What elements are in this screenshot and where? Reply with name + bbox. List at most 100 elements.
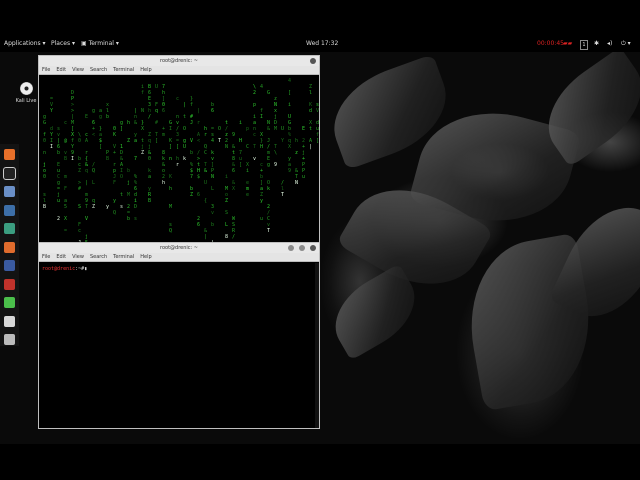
matrix-glyph: r <box>176 162 179 168</box>
matrix-glyph: 0 <box>43 138 46 144</box>
matrix-glyph: v <box>253 156 256 162</box>
close-icon[interactable] <box>310 245 316 251</box>
matrix-glyph: O <box>218 126 221 132</box>
power-icon[interactable]: ⏻ ▾ <box>621 40 631 48</box>
menu-item-help[interactable]: Help <box>140 67 151 73</box>
matrix-glyph: p <box>246 126 249 132</box>
maximize-icon[interactable] <box>299 245 305 251</box>
active-app-menu[interactable]: ▣ Terminal ▾ <box>81 40 119 47</box>
desktop-icon-kali-live[interactable]: Kali Live <box>12 82 40 104</box>
terminal-input-area[interactable]: root@drenic:~#▮ <box>39 263 319 428</box>
scrollbar[interactable] <box>315 263 319 428</box>
menu-item-search[interactable]: Search <box>90 254 107 260</box>
terminal-window-matrix[interactable]: root@drenic: ~ File Edit View Search Termina… <box>38 55 320 245</box>
menu-item-terminal[interactable]: Terminal <box>113 254 134 260</box>
menubar: File Edit View Search Terminal Help <box>39 253 319 262</box>
matrix-glyph: g <box>92 108 95 114</box>
matrix-glyph: A <box>85 138 88 144</box>
menu-item-help[interactable]: Help <box>140 254 151 260</box>
matrix-glyph: G <box>267 90 270 96</box>
matrix-glyph: 5 <box>64 204 67 210</box>
matrix-glyph: b <box>190 150 193 156</box>
matrix-glyph: 8 <box>225 234 228 240</box>
matrix-glyph: i <box>246 168 249 174</box>
matrix-glyph: m <box>162 132 165 138</box>
matrix-glyph: N <box>295 180 298 186</box>
burpsuite-icon[interactable] <box>4 241 15 253</box>
minimize-icon[interactable] <box>288 245 294 251</box>
menu-item-edit[interactable]: Edit <box>56 67 66 73</box>
matrix-glyph: 2 <box>253 90 256 96</box>
menu-item-view[interactable]: View <box>72 254 84 260</box>
close-icon[interactable] <box>310 58 316 64</box>
clock[interactable]: Wed 17:32 <box>306 40 338 47</box>
menu-item-view[interactable]: View <box>72 67 84 73</box>
matrix-glyph: # <box>78 186 81 192</box>
terminal-icon[interactable] <box>3 166 16 180</box>
matrix-glyph: h <box>169 186 172 192</box>
matrix-glyph: H <box>260 144 263 150</box>
matrix-glyph: I <box>169 126 172 132</box>
terminal-output[interactable]: g Gf 0 n j o 0 s l B = V Yd Y I Is v | 6 b Eu Cg = j u 2 c @ v Bm Fa 5 X… <box>39 76 319 244</box>
desktop-icon-label: Kali Live <box>15 98 37 104</box>
matrix-glyph: S <box>78 204 81 210</box>
beef-icon[interactable] <box>4 278 15 290</box>
files-icon[interactable] <box>4 186 15 197</box>
matrix-glyph: $ <box>197 174 200 180</box>
matrix-glyph: b <box>57 150 60 156</box>
window-titlebar[interactable]: root@drenic: ~ <box>39 243 319 253</box>
volume-icon[interactable]: ◂) <box>607 40 612 47</box>
maltego-icon[interactable] <box>4 260 15 271</box>
matrix-glyph: h <box>295 138 298 144</box>
accessibility-icon[interactable]: ✱ <box>594 40 599 47</box>
matrix-glyph: & <box>134 120 137 126</box>
matrix-glyph: E <box>85 114 88 120</box>
matrix-glyph: | <box>309 144 312 150</box>
menu-item-file[interactable]: File <box>42 254 50 260</box>
metasploit-icon[interactable] <box>4 204 15 216</box>
disc-icon <box>19 82 33 95</box>
matrix-glyph: k <box>183 156 186 162</box>
matrix-glyph: N <box>211 174 214 180</box>
matrix-glyph: f <box>190 102 193 108</box>
faraday-icon[interactable] <box>4 297 15 308</box>
menu-item-search[interactable]: Search <box>90 67 107 73</box>
matrix-glyph: U <box>204 180 207 186</box>
leafpad-icon[interactable] <box>4 315 15 327</box>
matrix-glyph: O <box>183 126 186 132</box>
matrix-glyph: < <box>197 138 200 144</box>
window-titlebar[interactable]: root@drenic: ~ <box>39 56 319 66</box>
matrix-glyph: c <box>253 132 256 138</box>
show-apps-icon[interactable] <box>4 334 15 345</box>
matrix-glyph: s <box>134 216 137 222</box>
armitage-icon[interactable] <box>4 223 15 234</box>
matrix-glyph: | <box>85 180 88 186</box>
matrix-glyph: q <box>155 108 158 114</box>
workspace-indicator[interactable]: 1 <box>580 40 588 50</box>
matrix-glyph: / <box>148 114 151 120</box>
matrix-glyph: B <box>148 198 151 204</box>
matrix-glyph: M <box>274 126 277 132</box>
menu-item-file[interactable]: File <box>42 67 50 73</box>
matrix-glyph: 7 <box>190 174 193 180</box>
matrix-glyph: T <box>85 204 88 210</box>
firefox-icon[interactable] <box>4 149 15 160</box>
matrix-glyph: I <box>71 156 74 162</box>
matrix-glyph: k <box>267 186 270 192</box>
applications-menu[interactable]: Applications ▾ <box>4 40 46 47</box>
terminal-window-shell[interactable]: root@drenic: ~ File Edit View Search Termina… <box>38 242 320 429</box>
recording-timer[interactable]: 00:00:45 <box>537 40 564 47</box>
matrix-glyph: i <box>239 120 242 126</box>
places-menu[interactable]: Places ▾ <box>51 40 75 47</box>
matrix-glyph: I <box>260 114 263 120</box>
menu-item-terminal[interactable]: Terminal <box>113 67 134 73</box>
letterbox-top <box>0 0 640 37</box>
matrix-glyph: r <box>197 120 200 126</box>
menu-item-edit[interactable]: Edit <box>56 254 66 260</box>
top-panel: Applications ▾ Places ▾ ▣ Terminal ▾ Wed… <box>0 37 640 52</box>
matrix-glyph: T <box>281 192 284 198</box>
cursor: ▮ <box>84 266 88 272</box>
matrix-glyph: # <box>155 120 158 126</box>
screencast-icon[interactable]: ▰▰ <box>563 40 572 47</box>
matrix-glyph: c <box>64 120 67 126</box>
